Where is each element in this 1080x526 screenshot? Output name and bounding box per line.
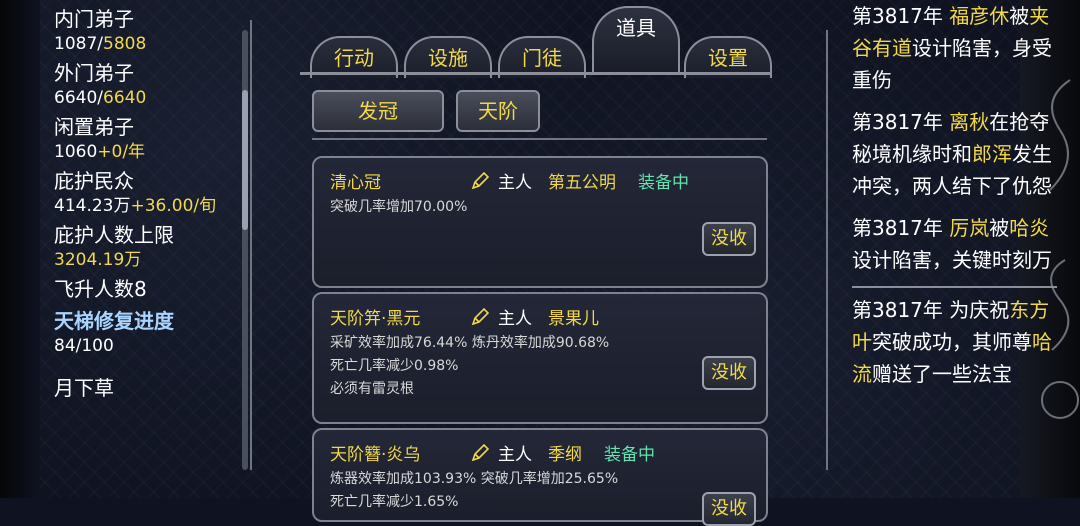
rename-pencil-icon[interactable] — [470, 307, 490, 327]
event-person[interactable]: 福彦休 — [949, 4, 1009, 28]
item-name: 天阶笄·黑元 — [330, 309, 421, 329]
ladder-repair-label: 天梯修复进度 — [54, 309, 174, 333]
event-text: 为庆祝 — [949, 298, 1010, 322]
item-effect-line: 炼器效率加成103.93% 突破几率增加25.65% — [330, 471, 619, 487]
protection-limit-stat: 庇护人数上限 3204.19万 — [54, 222, 244, 271]
event-year: 第3817年 — [852, 4, 943, 28]
event-year: 第3817年 — [852, 216, 943, 240]
outer-current: 6640/ — [54, 88, 103, 108]
event-text: 被 — [1009, 4, 1030, 28]
item-effect-line: 突破几率增加70.00% — [330, 199, 468, 215]
left-divider — [250, 20, 252, 470]
ladder-repair-stat: 天梯修复进度 84/100 — [54, 308, 244, 357]
protected-people-stat: 庇护民众 414.23万+36.00/旬 — [54, 168, 244, 217]
item-effects: 突破几率增加70.00% — [330, 196, 467, 219]
outer-disciples-stat: 外门弟子 6640/6640 — [54, 60, 244, 109]
idle-rate: +0/年 — [97, 142, 146, 162]
event-entry: 第3817年 离秋在抢夺秘境机缘时和郎浑发生冲突，两人结下了仇怨 — [852, 106, 1062, 202]
idle-disciples-label: 闲置弟子 — [54, 115, 134, 139]
outer-max: 6640 — [103, 88, 147, 108]
subtab-heaven-tier[interactable]: 天阶 — [456, 90, 540, 132]
event-person[interactable]: 郎浑 — [972, 142, 1012, 166]
item-name: 清心冠 — [330, 173, 381, 193]
equipped-status: 装备中 — [638, 173, 689, 193]
ascension-label: 飞升人数8 — [54, 277, 147, 301]
left-scrollbar-thumb[interactable] — [242, 90, 248, 230]
confiscate-button[interactable]: 没收 — [702, 492, 756, 526]
event-entry: 第3817年 福彦休被夹谷有道设计陷害，身受重伤 — [852, 0, 1062, 96]
protection-limit-value: 3204.19万 — [54, 250, 142, 270]
item-card: 天阶笄·黑元 主人 景果儿 采矿效率加成76.44% 炼丹效率加成90.68% … — [312, 292, 768, 424]
event-year: 第3817年 — [852, 298, 943, 322]
event-text: 设计陷害，关键时刻万剑山的郁诺 — [852, 248, 1052, 272]
tab-items[interactable]: 道具 — [592, 6, 680, 72]
main-tab-bar: 行动 设施 门徒 道具 设置 — [300, 0, 772, 80]
inner-disciples-label: 内门弟子 — [54, 7, 134, 31]
item-card: 清心冠 主人 第五公明 装备中 突破几率增加70.00% 没收 — [312, 156, 768, 288]
item-name: 天阶簪·炎乌 — [330, 445, 421, 465]
event-entry: 第3817年 为庆祝东方叶突破成功，其师尊哈流赠送了一些法宝 — [852, 294, 1062, 390]
protected-people-label: 庇护民众 — [54, 169, 134, 193]
protected-count: 414.23万 — [54, 196, 131, 216]
event-text: 赠送了一些法宝 — [872, 362, 1012, 386]
tab-baseline — [300, 72, 770, 75]
event-text: 突破成功，其师尊 — [872, 330, 1032, 354]
confiscate-button[interactable]: 没收 — [702, 222, 756, 256]
inner-max: 5808 — [103, 34, 147, 54]
outer-disciples-value: 6640/6640 — [54, 87, 244, 109]
rename-pencil-icon[interactable] — [470, 171, 490, 191]
event-entry: 第3817年 厉岚被哈炎设计陷害，关键时刻万剑山的郁诺 — [852, 212, 1062, 276]
next-item-stat: 月下草 — [54, 375, 244, 402]
subtab-separator — [312, 138, 767, 140]
item-effects: 采矿效率加成76.44% 炼丹效率加成90.68% 死亡几率减少0.98% 必须… — [330, 332, 609, 401]
ascension-stat: 飞升人数8 — [54, 276, 244, 303]
rename-pencil-icon[interactable] — [470, 443, 490, 463]
item-card-header: 天阶笄·黑元 主人 景果儿 — [330, 304, 621, 329]
event-log[interactable]: 第3817年 福彦休被夹谷有道设计陷害，身受重伤 第3817年 离秋在抢夺秘境机… — [852, 0, 1062, 498]
event-year: 第3817年 — [852, 110, 943, 134]
owner-name[interactable]: 第五公明 — [548, 168, 616, 193]
item-effect-line: 死亡几率减少0.98% — [330, 358, 459, 374]
owner-label: 主人 — [498, 445, 532, 465]
owner-name[interactable]: 季纲 — [548, 440, 582, 465]
next-item-label: 月下草 — [54, 376, 114, 400]
event-text: 被 — [989, 216, 1010, 240]
event-person[interactable]: 厉岚 — [949, 216, 989, 240]
owner-label: 主人 — [498, 173, 532, 193]
outer-disciples-label: 外门弟子 — [54, 61, 134, 85]
item-card: 天阶簪·炎乌 主人 季纲 装备中 炼器效率加成103.93% 突破几率增加25.… — [312, 428, 768, 526]
item-card-header: 天阶簪·炎乌 主人 季纲 装备中 — [330, 440, 655, 465]
left-edge-shade — [0, 0, 40, 498]
sect-stats-panel: 内门弟子 1087/5808 外门弟子 6640/6640 闲置弟子 1060+… — [54, 6, 244, 407]
item-effects: 炼器效率加成103.93% 突破几率增加25.65% 死亡几率减少1.65% — [330, 468, 618, 514]
protected-rate: +36.00/旬 — [130, 196, 217, 216]
item-effect-line: 死亡几率减少1.65% — [330, 494, 459, 510]
ladder-repair-value: 84/100 — [54, 336, 114, 356]
owner-name[interactable]: 景果儿 — [548, 304, 599, 329]
event-person[interactable]: 离秋 — [949, 110, 989, 134]
right-divider — [826, 30, 828, 470]
owner-label: 主人 — [498, 309, 532, 329]
inner-current: 1087/ — [54, 34, 103, 54]
inner-disciples-stat: 内门弟子 1087/5808 — [54, 6, 244, 55]
subtab-crown[interactable]: 发冠 — [312, 90, 444, 132]
event-person[interactable]: 哈炎 — [1009, 216, 1049, 240]
idle-disciples-stat: 闲置弟子 1060+0/年 — [54, 114, 244, 163]
idle-count: 1060 — [54, 142, 98, 162]
protected-people-value: 414.23万+36.00/旬 — [54, 195, 244, 217]
confiscate-button[interactable]: 没收 — [702, 356, 756, 390]
idle-disciples-value: 1060+0/年 — [54, 141, 244, 163]
protection-limit-label: 庇护人数上限 — [54, 223, 174, 247]
item-card-header: 清心冠 主人 第五公明 装备中 — [330, 168, 689, 193]
item-effect-line: 必须有雷灵根 — [330, 381, 414, 397]
item-effect-line: 采矿效率加成76.44% 炼丹效率加成90.68% — [330, 335, 610, 351]
event-divider — [852, 286, 1057, 288]
equipped-status: 装备中 — [604, 445, 655, 465]
inner-disciples-value: 1087/5808 — [54, 33, 244, 55]
